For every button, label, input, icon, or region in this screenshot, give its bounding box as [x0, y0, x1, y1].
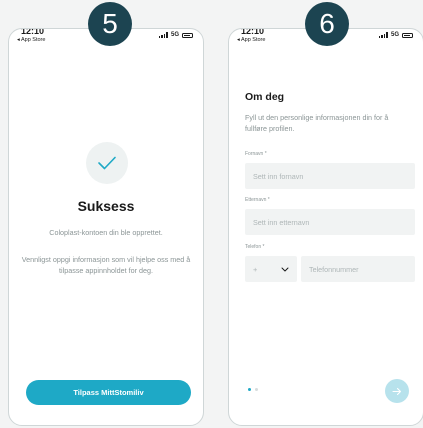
network-label: 5G	[170, 32, 179, 38]
battery-icon	[182, 32, 193, 38]
status-indicators: 5G	[158, 32, 193, 38]
status-indicators: 5G	[378, 32, 413, 38]
back-to-app-store-link[interactable]: ◂ App Store	[237, 37, 265, 43]
step-badge-5: 5	[88, 2, 132, 46]
battery-icon	[402, 32, 413, 38]
chevron-down-icon	[281, 265, 289, 274]
network-label: 5G	[390, 32, 399, 38]
page-dot-1	[248, 388, 251, 391]
page-indicator	[248, 388, 258, 391]
status-time: 12:10	[21, 28, 45, 36]
lastname-input[interactable]: Sett inn etternavn	[245, 209, 415, 235]
phone-number-placeholder: Telefonnummer	[309, 264, 359, 274]
lastname-label: Etternavn *	[245, 197, 270, 203]
country-code-value: +	[253, 264, 258, 274]
phone-label: Telefon *	[245, 244, 265, 250]
phone-number-input[interactable]: Telefonnummer	[301, 256, 415, 282]
arrow-right-icon	[392, 384, 402, 399]
account-created-text: Coloplast-kontoen din ble opprettet.	[49, 228, 163, 237]
next-button[interactable]	[385, 379, 409, 403]
status-time: 12:10	[241, 28, 265, 36]
firstname-label: Fornavn *	[245, 151, 267, 157]
info-request-text: Vennligst oppgi informasjon som vil hjel…	[21, 255, 191, 275]
success-checkmark-icon	[86, 142, 128, 184]
country-code-select[interactable]: +	[245, 256, 297, 282]
back-to-app-store-link[interactable]: ◂ App Store	[17, 37, 45, 43]
page-title: Om deg	[245, 91, 285, 103]
page-dot-2	[255, 388, 258, 391]
lastname-placeholder: Sett inn etternavn	[253, 217, 310, 227]
signal-icon	[158, 32, 168, 38]
step-badge-6: 6	[305, 2, 349, 46]
success-title: Suksess	[77, 198, 135, 214]
phone-screen-success: 12:10 ◂ App Store 5G Suksess Coloplast-k…	[8, 28, 204, 426]
firstname-input[interactable]: Sett inn fornavn	[245, 163, 415, 189]
customize-button[interactable]: Tilpass MittStomiliv	[26, 380, 191, 405]
signal-icon	[378, 32, 388, 38]
page-subtitle: Fyll ut den personlige informasjonen din…	[245, 113, 389, 133]
firstname-placeholder: Sett inn fornavn	[253, 171, 304, 181]
phone-screen-about-you: 12:10 ◂ App Store 5G Om deg Fyll ut den …	[228, 28, 423, 426]
